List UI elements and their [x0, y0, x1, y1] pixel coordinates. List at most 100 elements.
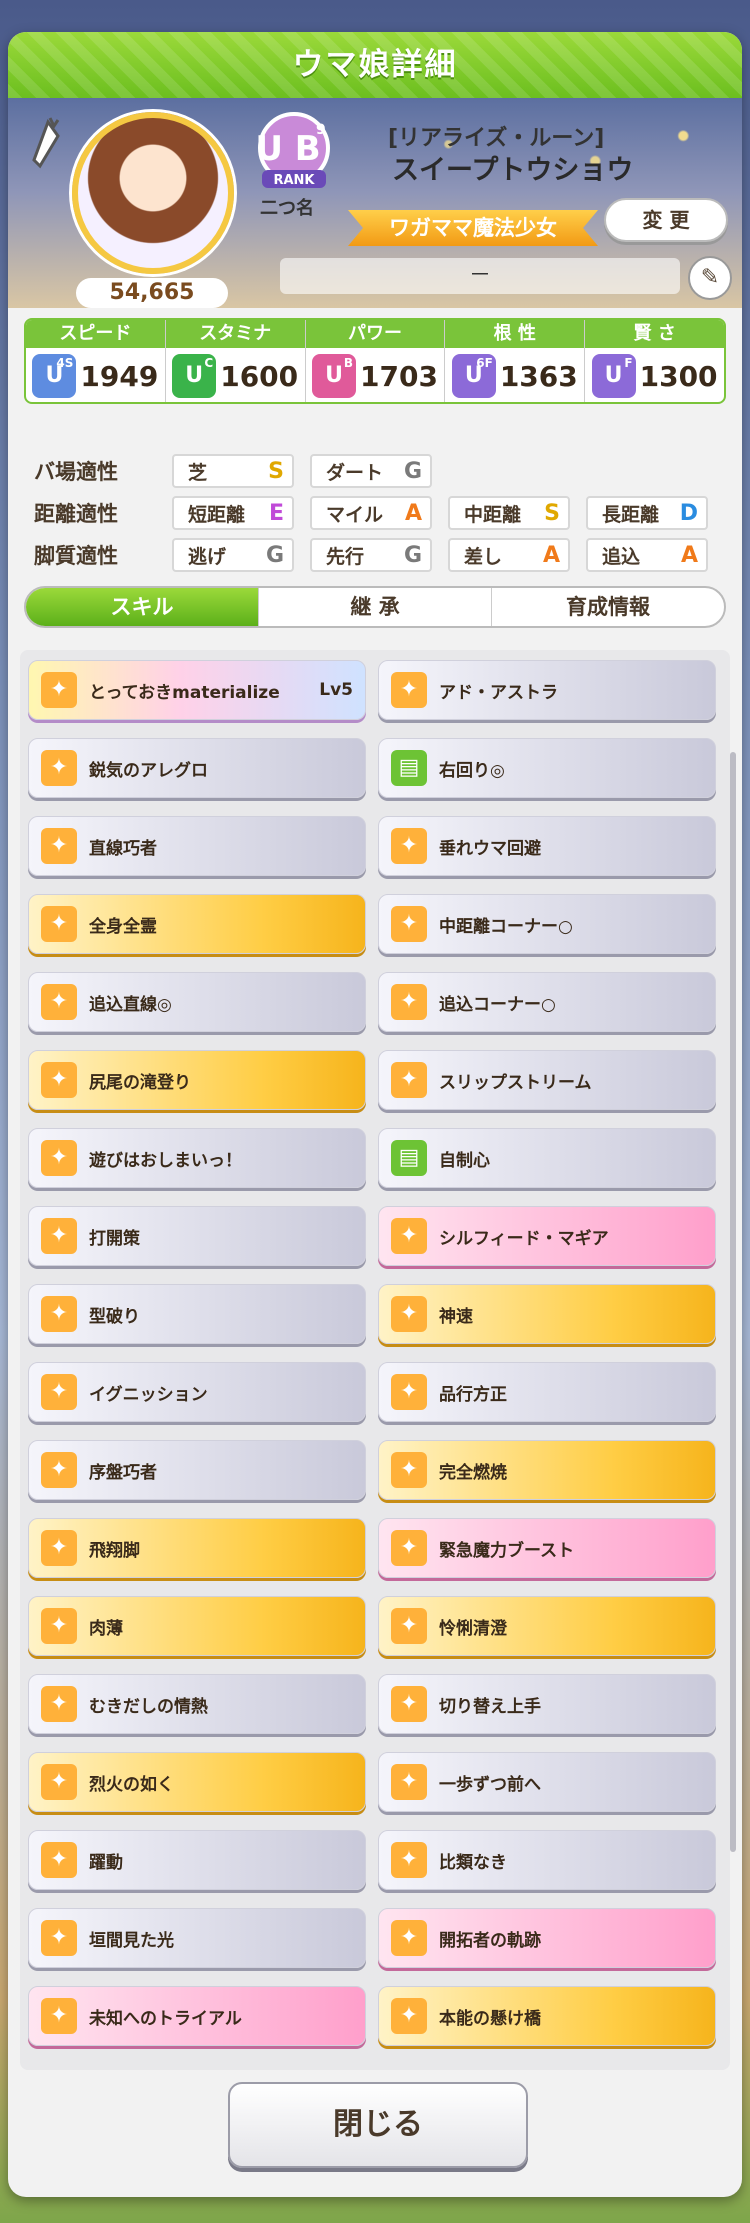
skill-item[interactable]: ✦ シルフィード・マギア — [378, 1206, 716, 1266]
skill-item[interactable]: ✦ スリップストリーム — [378, 1050, 716, 1110]
skill-item[interactable]: ✦ とっておきmaterialize Lv5 — [28, 660, 366, 720]
skill-item[interactable]: ✦ 完全燃焼 — [378, 1440, 716, 1500]
skill-name: 追込直線◎ — [89, 994, 172, 1015]
skill-item[interactable]: ✦ 追込直線◎ — [28, 972, 366, 1032]
skill-item[interactable]: ✦ 神速 — [378, 1284, 716, 1344]
skill-name: 肉薄 — [89, 1618, 123, 1639]
stat-grade-sub: C — [204, 356, 214, 370]
stat-grade-badge: UB — [312, 354, 357, 398]
skill-item[interactable]: ✦ 烈火の如く — [28, 1752, 366, 1812]
running-icon: ✦ — [41, 1374, 77, 1410]
skill-item[interactable]: ✦ むきだしの情熱 — [28, 1674, 366, 1734]
running-icon: ✦ — [391, 1530, 427, 1566]
skill-name: 飛翔脚 — [89, 1540, 140, 1561]
skill-item[interactable]: ✦ 本能の懸け橋 — [378, 1986, 716, 2046]
change-button[interactable]: 変 更 — [604, 198, 728, 242]
skill-item[interactable]: ✦ 開拓者の軌跡 — [378, 1908, 716, 1968]
stat-label: 根 性 — [445, 320, 585, 348]
stat-column: スピード U 4S 1949 — [26, 320, 166, 402]
skill-item[interactable]: ✦ 打開策 — [28, 1206, 366, 1266]
character-portrait[interactable] — [72, 112, 234, 274]
running-icon: ✦ — [391, 1218, 427, 1254]
running-icon: ✦ — [41, 1764, 77, 1800]
running-icon: ✦ — [391, 1452, 427, 1488]
skill-item[interactable]: ✦ 肉薄 — [28, 1596, 366, 1656]
skill-item[interactable]: ▤ 自制心 — [378, 1128, 716, 1188]
aptitude-label: バ場適性 — [34, 460, 118, 484]
skill-name: 神速 — [439, 1306, 473, 1327]
skill-level: Lv5 — [319, 680, 353, 700]
close-button[interactable]: 閉じる — [228, 2082, 528, 2168]
skill-item[interactable]: ✦ 比類なき — [378, 1830, 716, 1890]
skill-name: 直線巧者 — [89, 838, 157, 859]
aptitude-cell: 芝S — [172, 454, 294, 488]
running-icon: ✦ — [41, 1920, 77, 1956]
skill-name: むきだしの情熱 — [89, 1696, 208, 1717]
skill-name: スリップストリーム — [439, 1072, 592, 1093]
stat-value: 1363 — [499, 359, 578, 393]
skill-name: 鋭気のアレグロ — [89, 760, 208, 781]
running-icon: ✦ — [41, 1140, 77, 1176]
aptitude-cell: 追込 A — [586, 538, 708, 572]
stat-column: スタミナ U C 1600 — [165, 320, 306, 402]
skill-item[interactable]: ✦ 切り替え上手 — [378, 1674, 716, 1734]
skill-name: 垣間見た光 — [89, 1930, 174, 1951]
edit-pencil-icon[interactable]: ✎ — [688, 256, 732, 300]
skill-name: 開拓者の軌跡 — [439, 1930, 541, 1951]
running-icon: ✦ — [41, 984, 77, 1020]
skill-item[interactable]: ✦ 追込コーナー○ — [378, 972, 716, 1032]
running-icon: ✦ — [391, 1998, 427, 2034]
tab-skill[interactable]: スキル — [26, 588, 259, 626]
stat-label: パワー — [305, 320, 445, 348]
stat-grade: U — [604, 363, 623, 388]
skill-item[interactable]: ✦ 品行方正 — [378, 1362, 716, 1422]
aptitude-name: マイル — [326, 503, 384, 526]
nickname-label: 二つ名 — [260, 198, 314, 219]
skill-item[interactable]: ✦ 怜悧清澄 — [378, 1596, 716, 1656]
skill-item[interactable]: ✦ 鋭気のアレグロ — [28, 738, 366, 798]
skill-item[interactable]: ✦ 飛翔脚 — [28, 1518, 366, 1578]
tab-inheritance[interactable]: 継 承 — [259, 588, 492, 626]
skill-item[interactable]: ✦ 中距離コーナー○ — [378, 894, 716, 954]
skill-item[interactable]: ✦ 全身全霊 — [28, 894, 366, 954]
running-icon: ✦ — [391, 1764, 427, 1800]
skill-item[interactable]: ✦ アド・アストラ — [378, 660, 716, 720]
running-icon: ✦ — [391, 1686, 427, 1722]
skill-item[interactable]: ✦ イグニッション — [28, 1362, 366, 1422]
stat-grade-sub: F — [624, 356, 633, 370]
skill-item[interactable]: ✦ 未知へのトライアル — [28, 1986, 366, 2046]
stat-grade-badge: U 6F — [451, 354, 496, 398]
skill-item[interactable]: ✦ 一歩ずつ前へ — [378, 1752, 716, 1812]
skill-item[interactable]: ✦ 直線巧者 — [28, 816, 366, 876]
running-icon: ✦ — [41, 1452, 77, 1488]
stat-grade-sub: 4S — [56, 356, 74, 370]
running-icon: ✦ — [41, 1686, 77, 1722]
running-icon: ✦ — [391, 1374, 427, 1410]
book-icon: ▤ — [391, 1140, 427, 1176]
skill-list[interactable]: ✦ とっておきmaterialize Lv5 ✦ アド・アストラ ✦ 鋭気のアレグロ ▤ 右回り… — [20, 650, 730, 2070]
skill-item[interactable]: ✦ 躍動 — [28, 1830, 366, 1890]
skill-item[interactable]: ✦ 緊急魔力ブースト — [378, 1518, 716, 1578]
running-icon: ✦ — [41, 1608, 77, 1644]
rank-sub: 9 — [316, 122, 326, 138]
running-icon: ✦ — [41, 1218, 77, 1254]
skill-item[interactable]: ✦ 型破り — [28, 1284, 366, 1344]
tab-training-info[interactable]: 育成情報 — [492, 588, 724, 626]
aptitude-grade: S — [268, 458, 284, 484]
aptitude-label: 距離適性 — [34, 502, 118, 526]
skill-item[interactable]: ✦ 垂れウマ回避 — [378, 816, 716, 876]
skill-item[interactable]: ✦ 遊びはおしまいっ！ — [28, 1128, 366, 1188]
skill-item[interactable]: ▤ 右回り◎ — [378, 738, 716, 798]
skill-item[interactable]: ✦ 尻尾の滝登り — [28, 1050, 366, 1110]
aptitude-row-distance: 距離適性 短距離 E マイル A 中距離 S 長距離 D — [34, 492, 724, 534]
skill-item[interactable]: ✦ 垣間見た光 — [28, 1908, 366, 1968]
stat-body: U B 1703 — [306, 348, 445, 402]
profile-header: 54,665 U B 9 RANK 二つ名 [リアライズ・ルーン] スイープトウ… — [8, 98, 742, 308]
skill-name: 緊急魔力ブースト — [439, 1540, 575, 1561]
running-icon: ✦ — [41, 1530, 77, 1566]
skill-list-scrollbar[interactable] — [730, 752, 736, 1852]
skill-item[interactable]: ✦ 序盤巧者 — [28, 1440, 366, 1500]
aptitude-name: 芝 — [188, 461, 208, 484]
aptitude-grade: A — [542, 542, 560, 568]
stat-value: 1703 — [360, 359, 438, 393]
